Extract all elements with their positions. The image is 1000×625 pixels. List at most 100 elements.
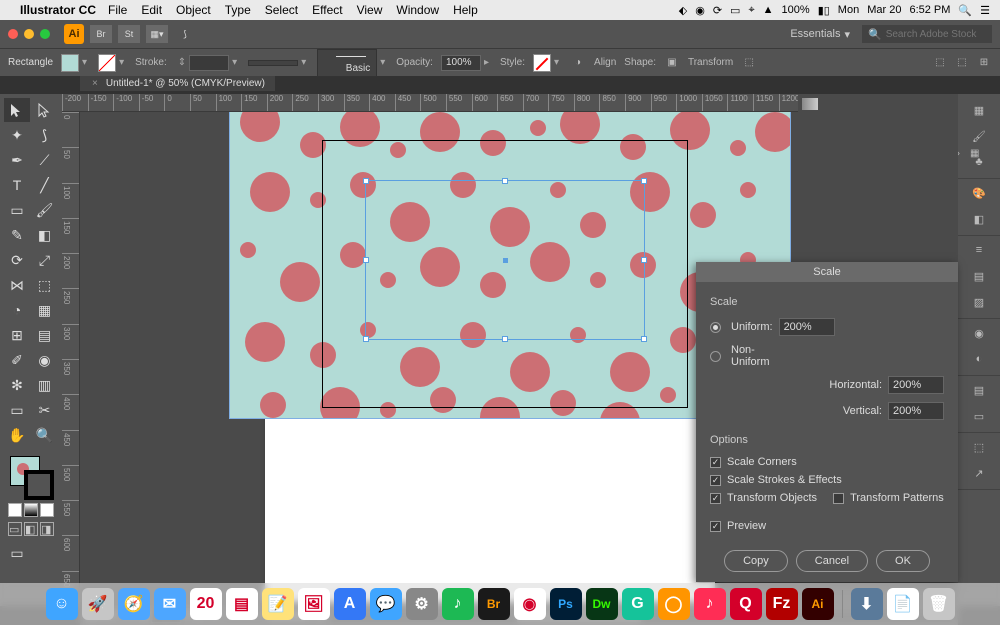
mesh-tool[interactable]: ⊞ <box>4 323 30 347</box>
shaper-tool[interactable]: ✎ <box>4 223 30 247</box>
draw-inside[interactable]: ◨ <box>40 522 54 536</box>
ruler-vertical[interactable]: 050100150200250300350400450500550600650 <box>62 112 80 606</box>
selection-tool[interactable] <box>4 98 30 122</box>
draw-behind[interactable]: ◧ <box>24 522 38 536</box>
stroke-swatch-control[interactable]: ▾ <box>98 54 127 72</box>
pen-tool[interactable]: ✒ <box>4 148 30 172</box>
dock-notes[interactable]: 📝 <box>262 588 294 620</box>
minimize-window[interactable] <box>24 29 34 39</box>
chk-scale-corners[interactable] <box>710 457 721 468</box>
menu-select[interactable]: Select <box>265 3 298 17</box>
panel-menu-icon[interactable]: ▦ <box>970 148 979 159</box>
fill-stroke-swatch[interactable] <box>4 452 58 502</box>
bluetooth-icon[interactable]: ⌖ <box>748 4 754 17</box>
magic-wand-tool[interactable]: ✦ <box>4 123 30 147</box>
brush-panel-icon[interactable]: 🖌 <box>969 126 989 146</box>
color-panel-icon[interactable]: 🎨 <box>969 183 989 203</box>
dock-finder[interactable]: ☺ <box>46 588 78 620</box>
fill-swatch[interactable]: ▾ <box>61 54 90 72</box>
gradient-mode[interactable] <box>24 503 38 517</box>
rotate-tool[interactable]: ⟳ <box>4 248 30 272</box>
dialog-title[interactable]: Scale <box>696 262 958 282</box>
menu-edit[interactable]: Edit <box>141 3 162 17</box>
spotlight-icon[interactable]: 🔍 <box>958 4 972 17</box>
bridge-button[interactable]: Br <box>90 25 112 43</box>
dock-documents[interactable]: 📄 <box>887 588 919 620</box>
graphic-styles-icon[interactable]: ◐ <box>969 349 989 369</box>
dock-settings[interactable]: ⚙ <box>406 588 438 620</box>
arrange-button[interactable]: ▦▾ <box>146 25 168 43</box>
dock-appstore[interactable]: A <box>334 588 366 620</box>
scale-tool[interactable]: ⤢ <box>32 248 58 272</box>
dock-filezilla[interactable]: Fz <box>766 588 798 620</box>
radio-uniform[interactable] <box>710 322 721 333</box>
libraries-icon[interactable]: ⬚ <box>969 437 989 457</box>
appearance-panel-icon[interactable]: ◉ <box>969 323 989 343</box>
wifi-icon[interactable]: ▲ <box>763 4 774 16</box>
rectangle-tool[interactable]: ▭ <box>4 198 30 222</box>
recolor-icon[interactable]: ◑ <box>570 55 586 71</box>
lasso-tool[interactable]: ⟆ <box>32 123 58 147</box>
menu-file[interactable]: File <box>108 3 127 17</box>
dock-photoshop[interactable]: Ps <box>550 588 582 620</box>
horizontal-input[interactable] <box>888 376 944 394</box>
color-mini-panel[interactable] <box>798 94 958 114</box>
asset-export-icon[interactable]: ↗ <box>969 463 989 483</box>
menu-help[interactable]: Help <box>453 3 478 17</box>
gradient-panel-icon[interactable]: ▤ <box>969 266 989 286</box>
eyedropper-tool[interactable]: ✐ <box>4 348 30 372</box>
dock-bridge[interactable]: Br <box>478 588 510 620</box>
artboard-tool[interactable]: ▭ <box>4 398 30 422</box>
shape-builder-tool[interactable]: ◔ <box>4 298 30 322</box>
copy-button[interactable]: Copy <box>724 550 788 572</box>
chk-transform-objects[interactable] <box>710 493 721 504</box>
chk-preview[interactable] <box>710 521 721 532</box>
dock-dreamweaver[interactable]: Dw <box>586 588 618 620</box>
document-tab[interactable]: × Untitled-1* @ 50% (CMYK/Preview) <box>80 76 275 91</box>
menu-object[interactable]: Object <box>176 3 211 17</box>
draw-normal[interactable]: ▭ <box>8 522 22 536</box>
symbol-sprayer-tool[interactable]: ✻ <box>4 373 30 397</box>
dock-grammarly[interactable]: G <box>622 588 654 620</box>
battery-icon[interactable]: ▮▯ <box>818 4 830 17</box>
dock-reminders[interactable]: ▤ <box>226 588 258 620</box>
screen-mode[interactable]: ▭ <box>4 541 30 565</box>
swatch-panel-icon[interactable]: ▦ <box>969 100 989 120</box>
blend-tool[interactable]: ◉ <box>32 348 58 372</box>
dock-quicken[interactable]: Q <box>730 588 762 620</box>
more-icon[interactable]: ⊞ <box>976 55 992 71</box>
maximize-window[interactable] <box>40 29 50 39</box>
style-swatch[interactable]: ▾ <box>533 54 562 72</box>
workspace-switcher[interactable]: Essentials ▾ <box>784 26 856 43</box>
type-tool[interactable]: T <box>4 173 30 197</box>
stock-search[interactable]: 🔍 <box>862 25 992 43</box>
dock-spotify[interactable]: ♪ <box>442 588 474 620</box>
dock-calendar[interactable]: 20 <box>190 588 222 620</box>
width-tool[interactable]: ⋈ <box>4 273 30 297</box>
line-tool[interactable]: ╱ <box>32 173 58 197</box>
menu-view[interactable]: View <box>357 3 383 17</box>
stroke-panel-icon[interactable]: ≡ <box>969 240 989 260</box>
hand-tool[interactable]: ✋ <box>4 423 30 447</box>
menu-effect[interactable]: Effect <box>312 3 342 17</box>
ok-button[interactable]: OK <box>876 550 930 572</box>
dock-app-p[interactable]: ♪ <box>694 588 726 620</box>
stroke-weight[interactable]: ⇕▾ <box>175 55 240 71</box>
dock-launchpad[interactable]: 🚀 <box>82 588 114 620</box>
stock-search-input[interactable] <box>886 29 986 40</box>
vertical-input[interactable] <box>888 402 944 420</box>
dock-downloads[interactable]: ⬇ <box>851 588 883 620</box>
shape-props-icon[interactable]: ▣ <box>664 55 680 71</box>
dock-chrome[interactable]: ◉ <box>514 588 546 620</box>
edit-icon[interactable]: ⬚ <box>954 55 970 71</box>
gradient-tool[interactable]: ▤ <box>32 323 58 347</box>
column-graph-tool[interactable]: ▥ <box>32 373 58 397</box>
eraser-tool[interactable]: ◧ <box>32 223 58 247</box>
sync-icon[interactable]: ⟳ <box>713 4 722 17</box>
perspective-tool[interactable]: ▦ <box>32 298 58 322</box>
notifications-icon[interactable]: ☰ <box>980 4 990 17</box>
selection-bounding-box[interactable] <box>365 180 645 340</box>
dock-trash[interactable]: 🗑 <box>923 588 955 620</box>
menu-type[interactable]: Type <box>225 3 251 17</box>
cc-icon[interactable]: ◉ <box>695 4 705 17</box>
